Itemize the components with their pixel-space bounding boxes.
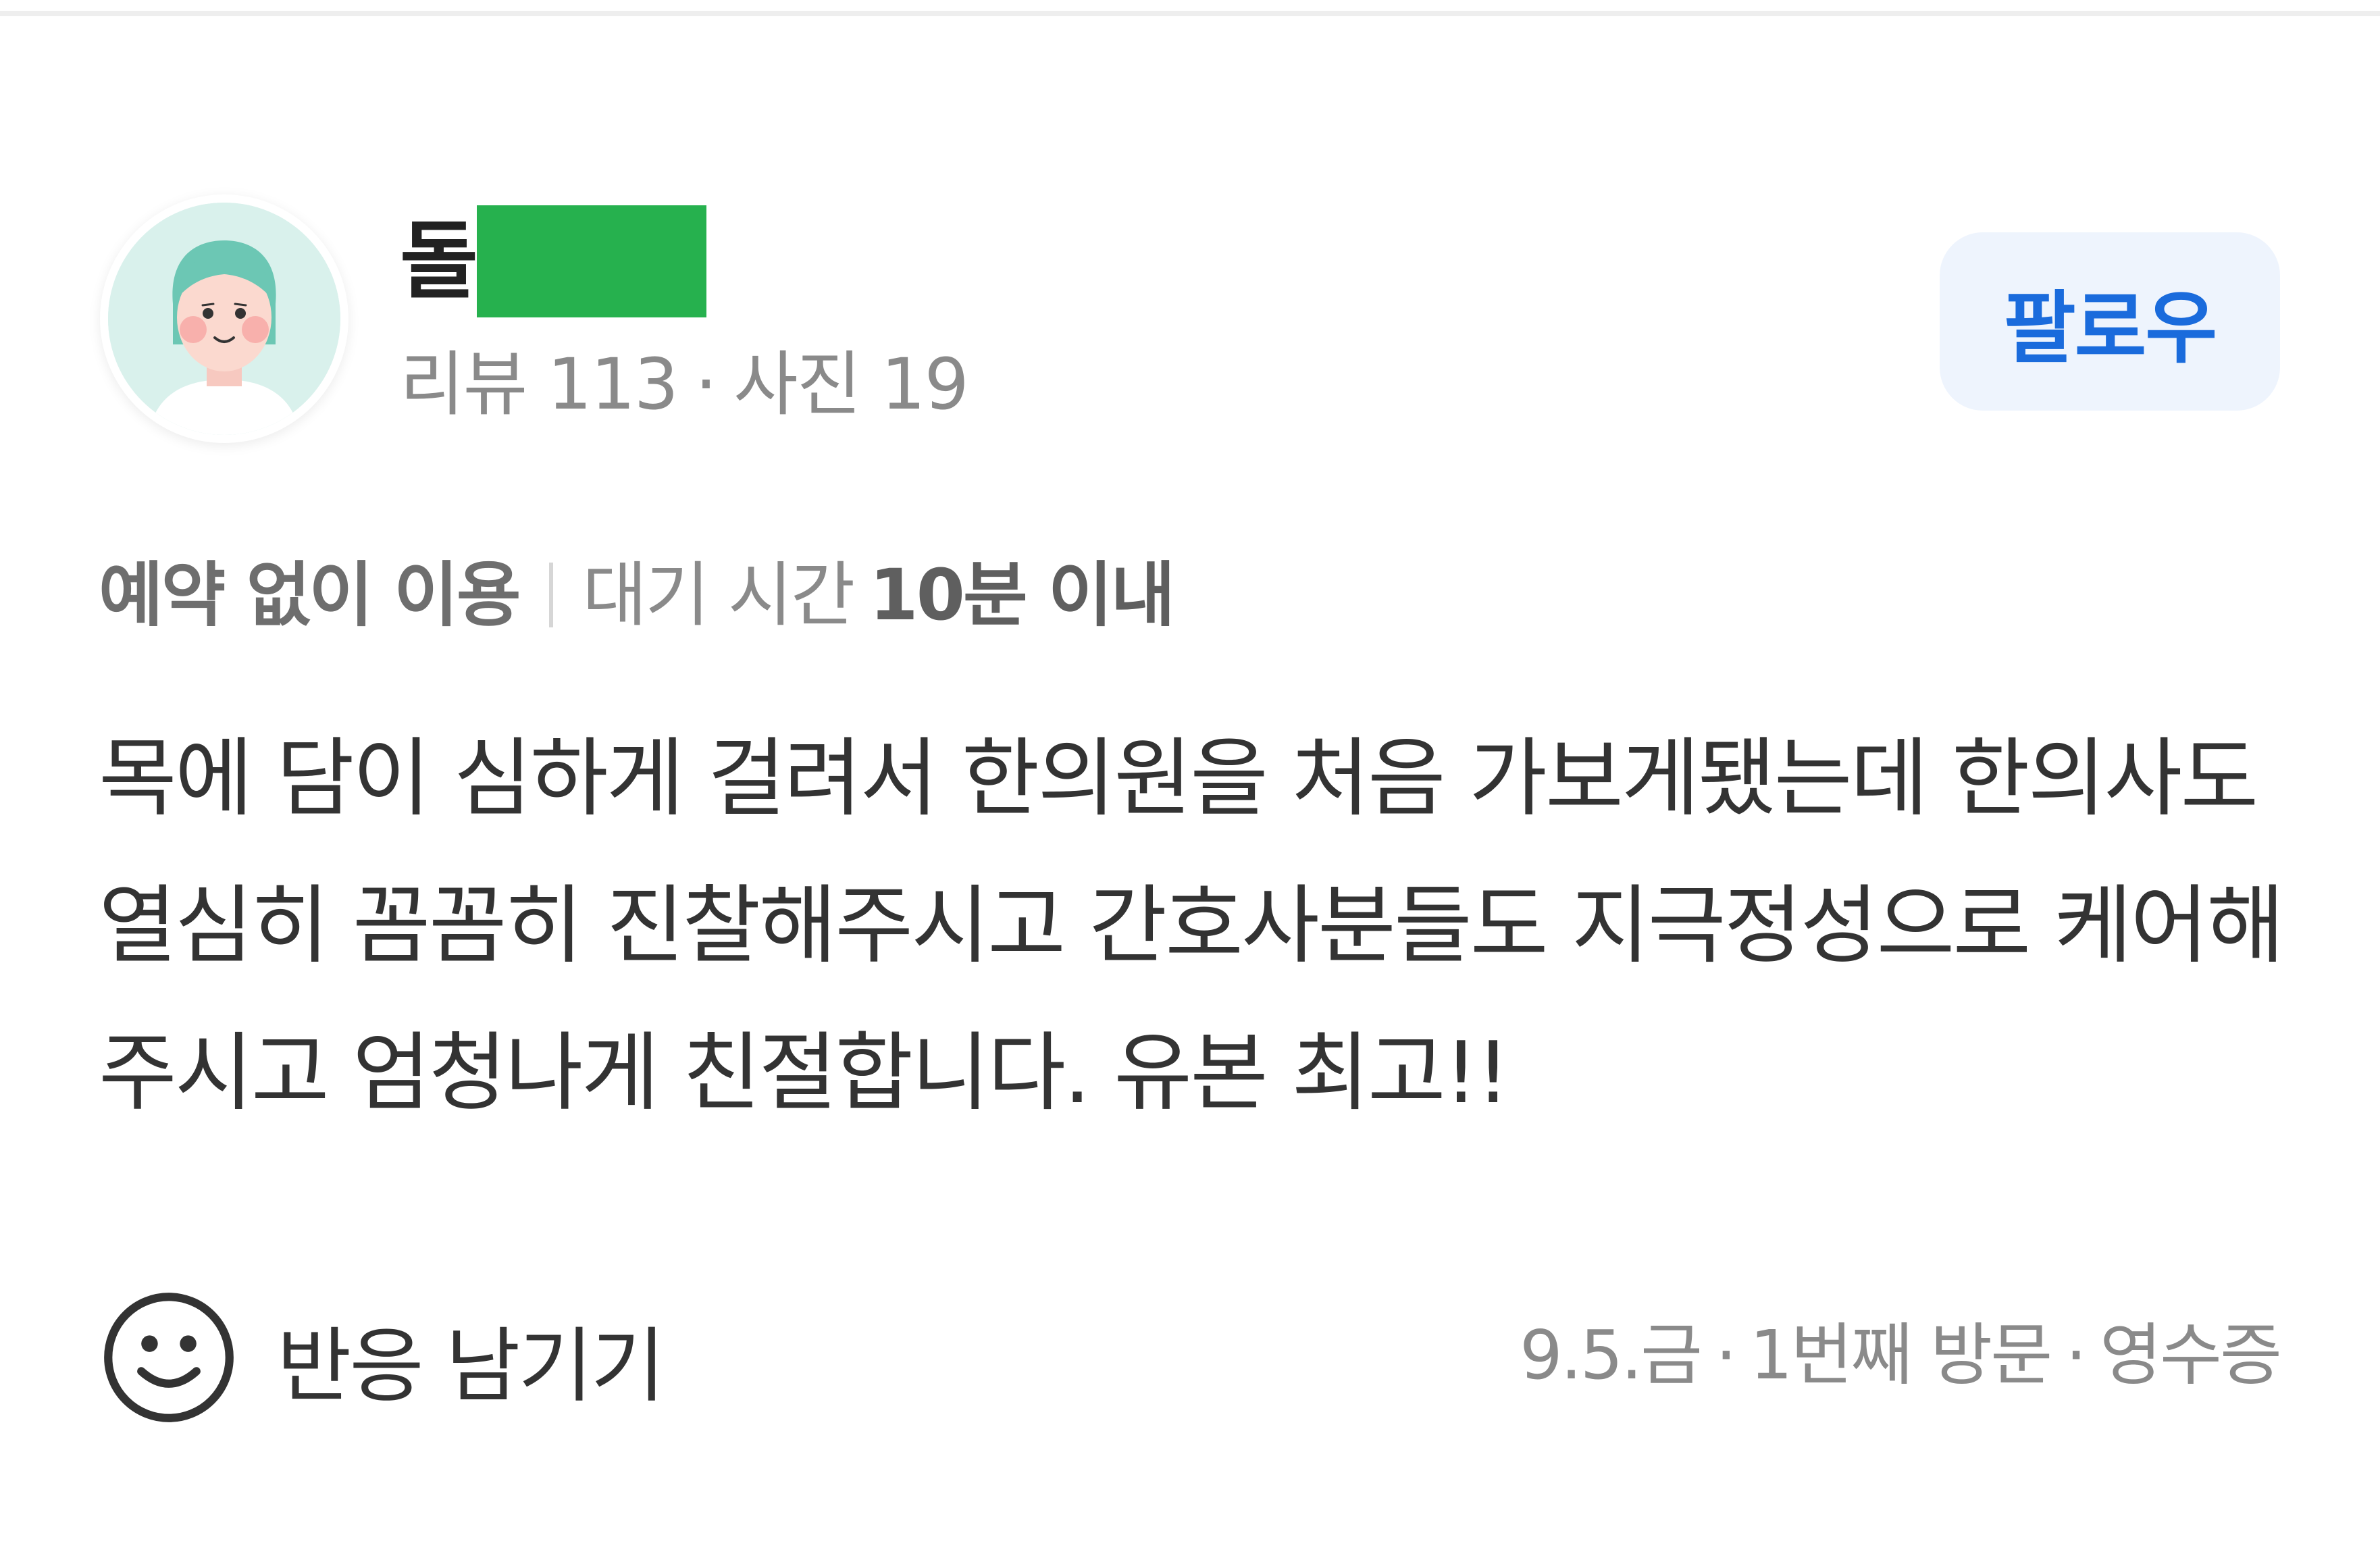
top-divider <box>0 11 2380 16</box>
smiley-face-icon <box>100 1289 238 1429</box>
visit-info: 9.5.금 · 1번째 방문 · 영수증 <box>1520 1316 2282 1395</box>
visit-separator: · <box>2065 1316 2087 1395</box>
visit-count: 1번째 방문 <box>1749 1316 2052 1395</box>
author-avatar[interactable] <box>100 194 348 443</box>
reservation-tag: 예약 없이 이용 <box>99 554 521 636</box>
receipt-verification[interactable]: 영수증 <box>2100 1316 2282 1395</box>
review-count: 리뷰 113 <box>400 343 679 425</box>
wait-time-label: 대기 시간 <box>582 554 856 636</box>
review-text: 목에 담이 심하게 걸려서 한의원을 처음 가보게됐는데 한의사도 열심히 꼼꼼… <box>99 705 2300 1147</box>
review-card: 돌 리뷰 113 · 사진 19 팔로우 예약 없이 이용 대기 시간 10분 이내… <box>0 16 2380 1556</box>
stats-separator: · <box>694 343 717 425</box>
follow-button[interactable]: 팔로우 <box>1940 232 2280 411</box>
review-text-line: 주시고 엄청나게 친절합니다. 유본 최고!! <box>99 1023 1510 1122</box>
wait-time-value: 10분 이내 <box>869 554 1175 636</box>
author-nickname[interactable]: 돌 <box>400 204 706 319</box>
meta-divider <box>548 563 553 628</box>
review-text-line: 열심히 꼼꼼히 진찰해주시고 간호사분들도 지극정성으로 케어해 <box>99 876 2285 975</box>
follow-button-label: 팔로우 <box>2003 284 2217 372</box>
review-text-line: 목에 담이 심하게 걸려서 한의원을 처음 가보게됐는데 한의사도 <box>99 729 2258 828</box>
leave-reaction-label: 반응 남기기 <box>277 1320 665 1414</box>
nickname-redaction <box>476 205 706 317</box>
visit-separator: · <box>1715 1316 1737 1395</box>
user-avatar-icon <box>108 203 340 435</box>
visit-date: 9.5.금 <box>1520 1316 1703 1395</box>
visit-meta: 예약 없이 이용 대기 시간 10분 이내 <box>99 554 1175 636</box>
author-nickname-text: 돌 <box>400 211 478 311</box>
author-stats: 리뷰 113 · 사진 19 <box>400 343 969 425</box>
photo-count: 사진 19 <box>733 343 969 425</box>
leave-reaction-button[interactable]: 반응 남기기 <box>100 1286 665 1432</box>
